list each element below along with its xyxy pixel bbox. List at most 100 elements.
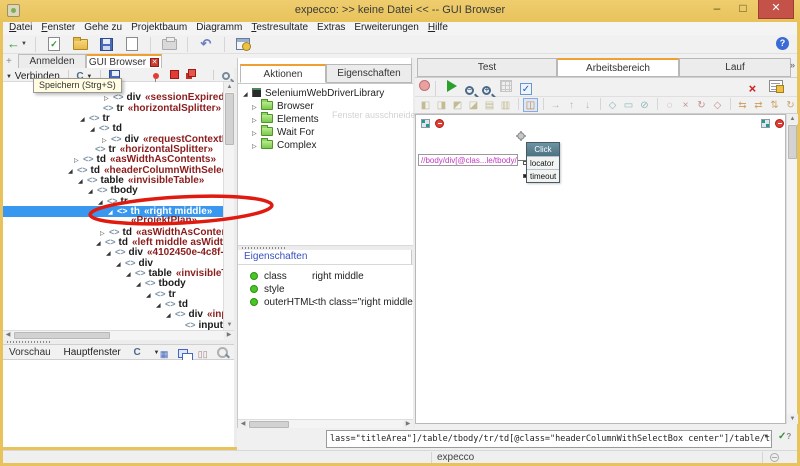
scroll-left-icon[interactable]: ◀ bbox=[3, 331, 13, 340]
xpath-input[interactable]: lass="titleArea"]/table/tbody/tr/td[@cla… bbox=[326, 430, 772, 448]
menu-item-datei[interactable]: Datei bbox=[9, 22, 32, 33]
diagram-tool-icon[interactable]: ↑ bbox=[564, 99, 579, 113]
step-node-title[interactable]: Click bbox=[527, 143, 559, 156]
node-pin-locator[interactable]: locator bbox=[527, 156, 559, 169]
zoom-preview-icon[interactable] bbox=[217, 347, 228, 358]
record-copy-icon[interactable] bbox=[188, 69, 196, 77]
mainwindow-label[interactable]: Hauptfenster bbox=[63, 347, 120, 358]
cascade-windows-icon[interactable] bbox=[178, 349, 188, 358]
scrollbar-thumb[interactable] bbox=[225, 93, 234, 145]
expander-closed-icon[interactable]: ▷ bbox=[252, 141, 261, 154]
diagram-tool-icon[interactable]: ◩ bbox=[450, 99, 465, 113]
diagram-tool-icon[interactable]: ▥ bbox=[498, 99, 513, 113]
node-pin-timeout[interactable]: timeout bbox=[527, 169, 559, 182]
scroll-left-icon[interactable]: ◀ bbox=[238, 420, 248, 428]
diagram-tool-icon[interactable]: ◇ bbox=[710, 99, 725, 113]
canvas-vertical-scrollbar[interactable]: ▲ ▼ bbox=[786, 114, 797, 424]
tab-aktionen[interactable]: Aktionen bbox=[240, 64, 326, 83]
tree-vertical-scrollbar[interactable]: ▲ ▼ bbox=[223, 82, 234, 330]
back-button[interactable]: ←▼ bbox=[7, 36, 27, 53]
scroll-down-icon[interactable]: ▼ bbox=[787, 414, 798, 424]
save-button[interactable] bbox=[96, 36, 116, 53]
diagram-tool-icon[interactable]: ↓ bbox=[580, 99, 595, 113]
xpath-dropdown-icon[interactable]: ▼ bbox=[760, 429, 772, 445]
record-icon[interactable] bbox=[419, 80, 430, 91]
property-row[interactable]: style bbox=[250, 283, 413, 296]
zoom-out-icon[interactable]: − bbox=[465, 86, 474, 95]
toolbar-overflow-icon[interactable]: » bbox=[790, 60, 795, 70]
breakpoint-icon[interactable] bbox=[775, 119, 784, 128]
diagram-tool-icon[interactable]: ◇ bbox=[605, 99, 620, 113]
menu-item-gehe-zu[interactable]: Gehe zu bbox=[84, 22, 122, 33]
preview-label[interactable]: Vorschau bbox=[9, 347, 51, 358]
breakpoint-icon[interactable] bbox=[435, 119, 444, 128]
record-pin-icon[interactable] bbox=[153, 73, 159, 79]
tree-row[interactable]: ◢<>td«headerColumnWithSelectBox center» bbox=[3, 165, 234, 176]
inspect-element-icon[interactable] bbox=[222, 72, 230, 80]
properties-splitter[interactable] bbox=[238, 245, 413, 250]
menu-item-projektbaum[interactable]: Projektbaum bbox=[131, 22, 187, 33]
tab-anmelden[interactable]: Anmelden bbox=[18, 54, 86, 68]
scroll-right-icon[interactable]: ▶ bbox=[224, 331, 234, 340]
tab-lauf[interactable]: Lauf bbox=[679, 58, 791, 77]
library-folder-complex[interactable]: ▷Complex bbox=[252, 139, 427, 152]
diagram-canvas[interactable]: //body/div[@clas...le/tbody/tr[1]/th Cli… bbox=[415, 114, 786, 424]
pin-settings-icon[interactable] bbox=[761, 119, 770, 128]
diagram-tool-icon[interactable]: ◧ bbox=[418, 99, 433, 113]
print-button[interactable] bbox=[159, 36, 179, 53]
delete-icon[interactable]: × bbox=[749, 81, 757, 96]
run-icon[interactable] bbox=[447, 80, 457, 92]
tree-horizontal-scrollbar[interactable]: ◀ ▶ bbox=[3, 330, 234, 340]
scrollbar-thumb[interactable] bbox=[788, 125, 797, 159]
diagram-tool-icon[interactable]: ◨ bbox=[434, 99, 449, 113]
edit-note-icon[interactable] bbox=[769, 80, 783, 92]
properties-horizontal-scrollbar[interactable]: ◀ ▶ bbox=[238, 419, 413, 428]
library-root[interactable]: ◢SeleniumWebDriverLibrary bbox=[243, 87, 418, 100]
minimize-button[interactable]: – bbox=[704, 0, 730, 19]
locator-value-box[interactable]: //body/div[@clas...le/tbody/tr[1]/th bbox=[418, 154, 518, 166]
snap-checkbox[interactable]: ✓ bbox=[520, 83, 532, 95]
scrollbar-thumb[interactable] bbox=[249, 421, 289, 428]
diagram-tool-icon[interactable]: ◫ bbox=[523, 98, 538, 112]
pause-icon[interactable]: ▯▯ bbox=[197, 349, 208, 360]
diagram-tool-icon[interactable]: → bbox=[548, 99, 563, 113]
diagram-tool-icon[interactable]: ⇄ bbox=[751, 99, 766, 113]
expander-open-icon[interactable]: ◢ bbox=[243, 89, 252, 102]
menu-item-testresultate[interactable]: Testresultate bbox=[251, 22, 308, 33]
diagram-tool-icon[interactable]: ⊘ bbox=[637, 99, 652, 113]
undo-button[interactable]: ↶ bbox=[196, 36, 216, 53]
record-stop-icon[interactable] bbox=[170, 70, 179, 79]
library-folder-wait-for[interactable]: ▷Wait For bbox=[252, 126, 427, 139]
tab-eigenschaften[interactable]: Eigenschaften bbox=[326, 64, 412, 83]
pin-icon[interactable] bbox=[523, 174, 527, 178]
scrollbar-thumb[interactable] bbox=[14, 332, 110, 339]
menu-item-hilfe[interactable]: Hilfe bbox=[428, 22, 448, 33]
tab-test[interactable]: Test bbox=[417, 58, 557, 77]
gear-icon[interactable] bbox=[516, 131, 526, 141]
menu-item-extras[interactable]: Extras bbox=[317, 22, 345, 33]
property-row[interactable]: outerHTML<th class="right middle" expecc… bbox=[250, 296, 413, 309]
tree-row[interactable]: <>input« bbox=[3, 320, 234, 330]
grid-view-icon[interactable]: ▦ bbox=[159, 349, 170, 360]
accept-doc-button[interactable]: ✓ bbox=[44, 36, 64, 53]
add-tab-button[interactable]: + bbox=[6, 56, 12, 67]
tree-row[interactable]: ◢<>div«4102450e-4c8f-476d- bbox=[3, 247, 234, 258]
diagram-tool-icon[interactable]: ◌ bbox=[662, 99, 677, 113]
zoom-in-icon[interactable]: + bbox=[482, 86, 491, 95]
open-folder-button[interactable] bbox=[70, 36, 90, 53]
diagram-tool-icon[interactable]: ↻ bbox=[783, 99, 797, 113]
diagram-tool-icon[interactable]: ▤ bbox=[482, 99, 497, 113]
validate-path-icon[interactable]: ✓ bbox=[778, 431, 792, 445]
menu-item-diagramm[interactable]: Diagramm bbox=[196, 22, 242, 33]
pin-icon[interactable] bbox=[523, 161, 527, 165]
diagram-tool-icon[interactable]: ▭ bbox=[621, 99, 636, 113]
grid-toggle-icon[interactable] bbox=[500, 80, 512, 92]
maximize-button[interactable]: □ bbox=[730, 0, 756, 19]
preview-refresh-button[interactable]: C bbox=[134, 347, 141, 358]
help-icon[interactable]: ? bbox=[776, 37, 789, 50]
menu-item-erweiterungen[interactable]: Erweiterungen bbox=[354, 22, 418, 33]
pin-settings-icon[interactable] bbox=[421, 119, 430, 128]
diagram-tool-icon[interactable]: ◪ bbox=[466, 99, 481, 113]
click-step-node[interactable]: Click locatortimeout bbox=[526, 142, 560, 183]
scroll-up-icon[interactable]: ▲ bbox=[787, 114, 798, 124]
